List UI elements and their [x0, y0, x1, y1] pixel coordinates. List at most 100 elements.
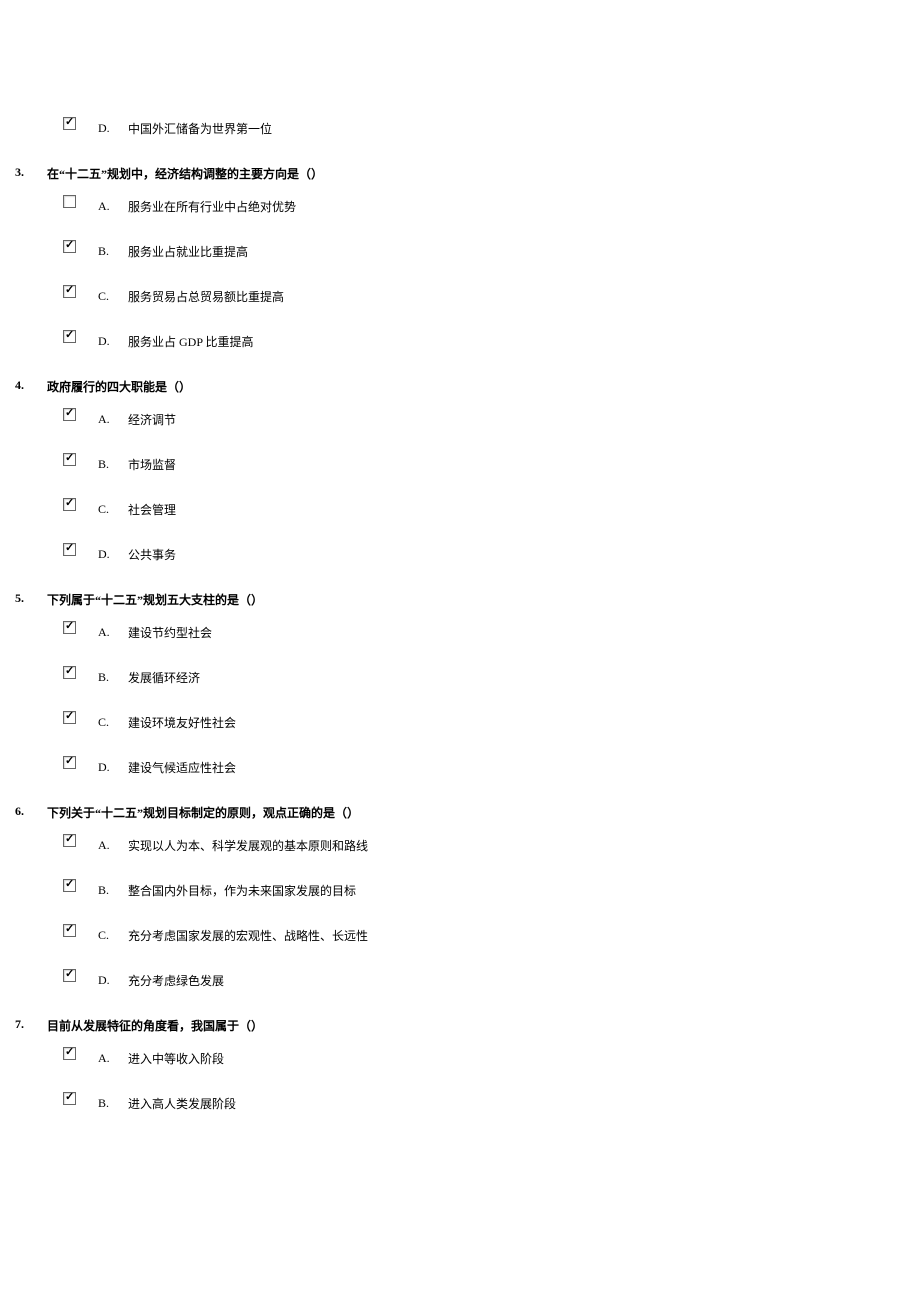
checkbox[interactable] [63, 666, 76, 679]
option-letter: A. [98, 1051, 128, 1066]
orphan-option-row: D. 中国外汇储备为世界第一位 [63, 120, 905, 137]
option-text: 公共事务 [128, 546, 905, 563]
option-text: 社会管理 [128, 501, 905, 518]
checkbox[interactable] [63, 285, 76, 298]
checkbox-cell [63, 879, 98, 892]
checkbox-cell [63, 969, 98, 982]
checkbox-cell [63, 711, 98, 724]
option-letter: A. [98, 412, 128, 427]
option-text: 进入中等收入阶段 [128, 1050, 905, 1067]
option-row: C.充分考虑国家发展的宏观性、战略性、长远性 [63, 927, 905, 944]
option-row: C.建设环境友好性社会 [63, 714, 905, 731]
checkbox[interactable] [63, 756, 76, 769]
option-letter: A. [98, 838, 128, 853]
question-text: 目前从发展特征的角度看，我国属于（） [47, 1017, 905, 1034]
checkbox[interactable] [63, 879, 76, 892]
checkbox-cell [63, 285, 98, 298]
option-text: 服务业占 GDP 比重提高 [128, 333, 905, 350]
option-text: 充分考虑绿色发展 [128, 972, 905, 989]
option-text: 服务贸易占总贸易额比重提高 [128, 288, 905, 305]
checkbox[interactable] [63, 834, 76, 847]
option-row: B.发展循环经济 [63, 669, 905, 686]
option-letter: C. [98, 715, 128, 730]
checkbox[interactable] [63, 543, 76, 556]
option-text: 服务业在所有行业中占绝对优势 [128, 198, 905, 215]
question-number: 7. [15, 1017, 47, 1034]
question-block: 4.政府履行的四大职能是（） A.经济调节 B.市场监督 C.社会管理 D.公共事务 [15, 378, 905, 563]
question-text: 下列关于“十二五”规划目标制定的原则，观点正确的是（） [47, 804, 905, 821]
checkbox[interactable] [63, 408, 76, 421]
question-block: 3.在“十二五”规划中，经济结构调整的主要方向是（） A.服务业在所有行业中占绝对… [15, 165, 905, 350]
option-letter: C. [98, 928, 128, 943]
checkbox[interactable] [63, 498, 76, 511]
option-row: D.充分考虑绿色发展 [63, 972, 905, 989]
option-letter: A. [98, 625, 128, 640]
checkbox-cell [63, 621, 98, 634]
checkbox-cell [63, 1047, 98, 1060]
option-letter: C. [98, 289, 128, 304]
option-text: 整合国内外目标，作为未来国家发展的目标 [128, 882, 905, 899]
option-letter: D. [98, 547, 128, 562]
checkbox[interactable] [63, 1092, 76, 1105]
option-letter: B. [98, 670, 128, 685]
question-number: 4. [15, 378, 47, 395]
checkbox[interactable] [63, 924, 76, 937]
question-text: 下列属于“十二五”规划五大支柱的是（） [47, 591, 905, 608]
option-text: 中国外汇储备为世界第一位 [128, 120, 905, 137]
checkbox-cell [63, 834, 98, 847]
option-text: 建设环境友好性社会 [128, 714, 905, 731]
option-letter: B. [98, 1096, 128, 1111]
checkbox-cell [63, 117, 98, 130]
question-header: 4.政府履行的四大职能是（） [15, 378, 905, 395]
option-text: 建设节约型社会 [128, 624, 905, 641]
checkbox-cell [63, 330, 98, 343]
option-row: D.建设气候适应性社会 [63, 759, 905, 776]
option-letter: B. [98, 883, 128, 898]
checkbox-cell [63, 543, 98, 556]
option-text: 发展循环经济 [128, 669, 905, 686]
checkbox[interactable] [63, 969, 76, 982]
option-letter: C. [98, 502, 128, 517]
option-letter: D. [98, 973, 128, 988]
checkbox-cell [63, 195, 98, 208]
option-letter: D. [98, 760, 128, 775]
checkbox[interactable] [63, 711, 76, 724]
question-header: 5.下列属于“十二五”规划五大支柱的是（） [15, 591, 905, 608]
checkbox-cell [63, 408, 98, 421]
checkbox-cell [63, 924, 98, 937]
checkbox[interactable] [63, 117, 76, 130]
checkbox-cell [63, 756, 98, 769]
option-text: 经济调节 [128, 411, 905, 428]
question-block: 6.下列关于“十二五”规划目标制定的原则，观点正确的是（）A.实现以人为本、科学… [15, 804, 905, 989]
question-block: 5.下列属于“十二五”规划五大支柱的是（） A.建设节约型社会 B.发展循环经济 C.… [15, 591, 905, 776]
option-row: B.服务业占就业比重提高 [63, 243, 905, 260]
option-text: 进入高人类发展阶段 [128, 1095, 905, 1112]
option-text: 服务业占就业比重提高 [128, 243, 905, 260]
option-letter: A. [98, 199, 128, 214]
option-row: D.公共事务 [63, 546, 905, 563]
checkbox-cell [63, 666, 98, 679]
checkbox[interactable] [63, 1047, 76, 1060]
option-text: 实现以人为本、科学发展观的基本原则和路线 [128, 837, 905, 854]
option-text: 市场监督 [128, 456, 905, 473]
checkbox[interactable] [63, 240, 76, 253]
option-row: D.服务业占 GDP 比重提高 [63, 333, 905, 350]
checkbox[interactable] [63, 621, 76, 634]
option-row: B.整合国内外目标，作为未来国家发展的目标 [63, 882, 905, 899]
question-number: 5. [15, 591, 47, 608]
option-row: C.服务贸易占总贸易额比重提高 [63, 288, 905, 305]
question-text: 在“十二五”规划中，经济结构调整的主要方向是（） [47, 165, 905, 182]
checkbox[interactable] [63, 330, 76, 343]
checkbox[interactable] [63, 195, 76, 208]
option-row: C.社会管理 [63, 501, 905, 518]
option-row: A.经济调节 [63, 411, 905, 428]
option-letter: D. [98, 121, 128, 136]
question-header: 3.在“十二五”规划中，经济结构调整的主要方向是（） [15, 165, 905, 182]
question-header: 7.目前从发展特征的角度看，我国属于（） [15, 1017, 905, 1034]
option-row: A.进入中等收入阶段 [63, 1050, 905, 1067]
question-text: 政府履行的四大职能是（） [47, 378, 905, 395]
option-row: A.建设节约型社会 [63, 624, 905, 641]
checkbox[interactable] [63, 453, 76, 466]
option-letter: B. [98, 457, 128, 472]
checkbox-cell [63, 1092, 98, 1105]
